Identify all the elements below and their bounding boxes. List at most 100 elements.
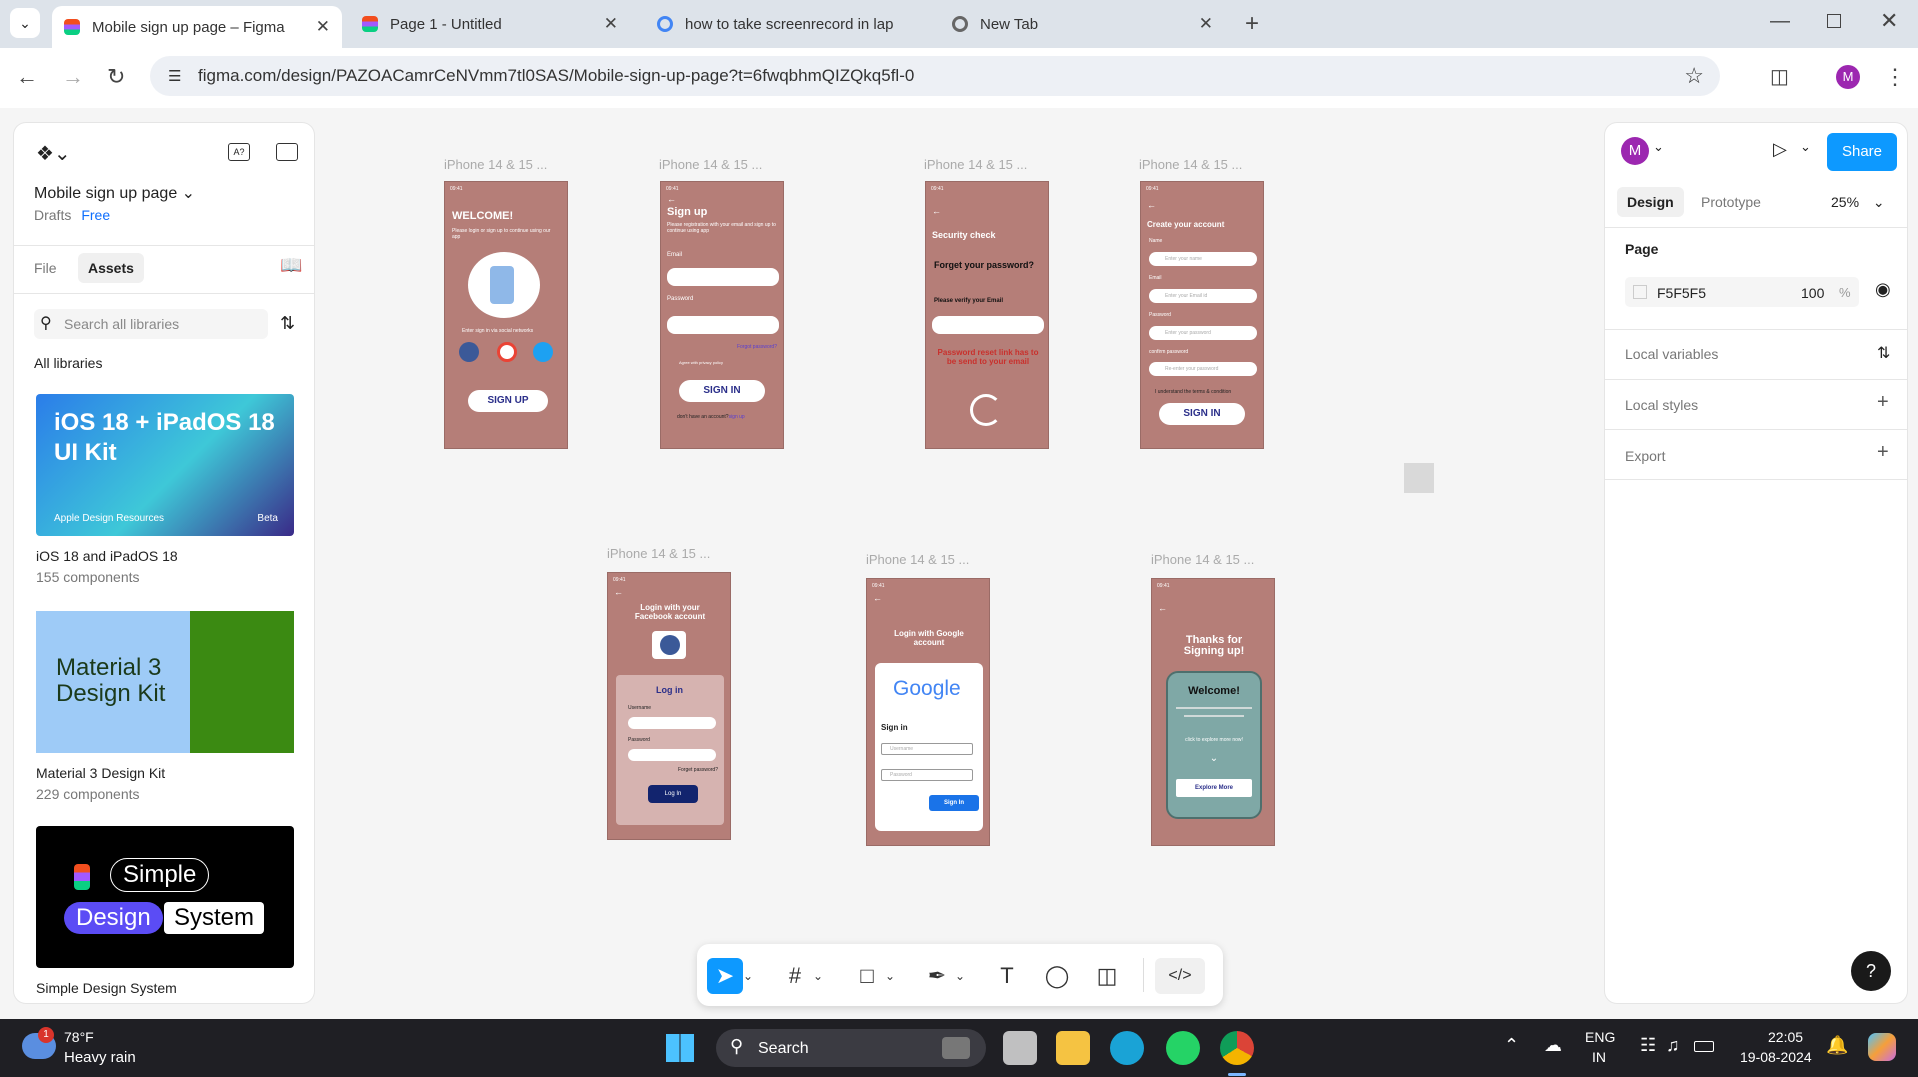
- frame-sign-up[interactable]: 09:41 ← Sign up Please registration with…: [660, 181, 784, 449]
- export-label[interactable]: Export: [1625, 448, 1665, 464]
- eye-icon[interactable]: ◉: [1875, 279, 1891, 300]
- battery-icon[interactable]: [1694, 1041, 1714, 1052]
- frame-google-login[interactable]: 09:41 ← Login with Google account Google…: [866, 578, 990, 846]
- dev-mode-icon[interactable]: </>: [1155, 958, 1205, 994]
- extensions-icon[interactable]: ◫: [1770, 64, 1789, 89]
- menu-dots-icon[interactable]: ⋮: [1884, 64, 1906, 90]
- page-color-field[interactable]: F5F5F5 100 %: [1625, 277, 1859, 307]
- language-bottom[interactable]: IN: [1592, 1049, 1606, 1065]
- site-info-icon[interactable]: ☰: [168, 67, 181, 85]
- tab-design[interactable]: Design: [1617, 187, 1684, 217]
- frame-security[interactable]: 09:41 ← Security check Forget your passw…: [925, 181, 1049, 449]
- taskbar-search[interactable]: ⚲ Search: [716, 1029, 986, 1067]
- canvas-small-rect[interactable]: [1404, 463, 1434, 493]
- user-avatar[interactable]: M: [1621, 137, 1649, 165]
- minimize-button[interactable]: —: [1770, 10, 1790, 33]
- zoom-level[interactable]: 25% ⌄: [1831, 194, 1885, 211]
- close-tab-icon[interactable]: ✕: [604, 14, 618, 34]
- frame-title[interactable]: iPhone 14 & 15 ...: [607, 546, 710, 561]
- tab-figma[interactable]: Mobile sign up page – Figma ✕: [52, 6, 342, 48]
- task-view-icon[interactable]: [1003, 1031, 1037, 1065]
- edge-icon[interactable]: [1110, 1031, 1144, 1065]
- present-play-icon[interactable]: ▷: [1773, 139, 1787, 160]
- chrome-icon[interactable]: [1220, 1031, 1254, 1065]
- library-book-icon[interactable]: 📖: [280, 255, 302, 276]
- frame-title[interactable]: iPhone 14 & 15 ...: [924, 157, 1027, 172]
- variables-icon[interactable]: ⇅: [1877, 343, 1890, 363]
- tab-prototype[interactable]: Prototype: [1701, 194, 1761, 210]
- library-name[interactable]: Simple Design System: [36, 980, 177, 996]
- add-style-icon[interactable]: +: [1877, 391, 1889, 414]
- tab-assets[interactable]: Assets: [78, 253, 144, 283]
- move-tool-icon[interactable]: ➤: [707, 958, 743, 994]
- clock-time[interactable]: 22:05: [1768, 1029, 1803, 1045]
- reload-icon[interactable]: ↻: [107, 64, 125, 90]
- library-thumb-simple[interactable]: Simple Design System: [36, 826, 294, 968]
- profile-avatar[interactable]: M: [1836, 65, 1860, 89]
- close-tab-icon[interactable]: ✕: [1199, 14, 1213, 34]
- frame-welcome[interactable]: 09:41 WELCOME! Please login or sign up t…: [444, 181, 568, 449]
- clock-date[interactable]: 19-08-2024: [1740, 1049, 1812, 1065]
- file-name[interactable]: Mobile sign up page ⌄: [34, 183, 195, 203]
- pen-tool-chevron-icon[interactable]: ⌄: [953, 958, 967, 994]
- wifi-icon[interactable]: ☷: [1640, 1035, 1656, 1056]
- url-bar[interactable]: ☰ figma.com/design/PAZOACamrCeNVmm7tl0SA…: [150, 56, 1720, 96]
- maximize-button[interactable]: [1827, 14, 1841, 28]
- library-thumb-ios[interactable]: iOS 18 + iPadOS 18 UI Kit Apple Design R…: [36, 394, 294, 536]
- notification-bell-icon[interactable]: 🔔: [1826, 1035, 1848, 1056]
- search-libraries[interactable]: ⚲ Search all libraries: [34, 309, 268, 339]
- frame-tool-chevron-icon[interactable]: ⌄: [811, 958, 825, 994]
- frame-facebook-login[interactable]: 09:41 ← Login with your Facebook account…: [607, 572, 731, 840]
- frame-title[interactable]: iPhone 14 & 15 ...: [659, 157, 762, 172]
- text-tool-icon[interactable]: T: [989, 958, 1025, 994]
- figma-menu-icon[interactable]: ❖⌄: [36, 141, 71, 166]
- filter-icon[interactable]: ⇅: [280, 313, 295, 334]
- rectangle-tool-chevron-icon[interactable]: ⌄: [883, 958, 897, 994]
- volume-icon[interactable]: ♫: [1666, 1035, 1680, 1056]
- present-chevron-icon[interactable]: ⌄: [1800, 139, 1811, 155]
- avatar-chevron-icon[interactable]: ⌄: [1653, 139, 1664, 155]
- local-styles-label[interactable]: Local styles: [1625, 397, 1698, 413]
- new-tab-button[interactable]: +: [1245, 10, 1259, 38]
- tab-untitled[interactable]: Page 1 - Untitled ✕: [350, 7, 630, 41]
- tab-search-dropdown[interactable]: ⌄: [10, 8, 40, 38]
- move-tool-chevron-icon[interactable]: ⌄: [741, 958, 755, 994]
- comment-tool-icon[interactable]: ◯: [1039, 958, 1075, 994]
- help-button[interactable]: ?: [1851, 951, 1891, 991]
- library-thumb-material[interactable]: Material 3 Design Kit: [36, 611, 294, 753]
- weather-temp[interactable]: 78°F: [64, 1029, 94, 1045]
- tab-file[interactable]: File: [34, 260, 57, 276]
- frame-title[interactable]: iPhone 14 & 15 ...: [1151, 552, 1254, 567]
- bookmark-star-icon[interactable]: ☆: [1684, 63, 1704, 89]
- tab-google-search[interactable]: how to take screenrecord in lap: [645, 7, 935, 41]
- tab-new-tab[interactable]: New Tab ✕: [940, 7, 1225, 41]
- frame-title[interactable]: iPhone 14 & 15 ...: [444, 157, 547, 172]
- forward-icon[interactable]: →: [62, 64, 84, 90]
- local-variables-label[interactable]: Local variables: [1625, 346, 1718, 362]
- rectangle-tool-icon[interactable]: □: [849, 958, 885, 994]
- close-window-button[interactable]: ✕: [1880, 8, 1898, 34]
- share-button[interactable]: Share: [1827, 133, 1897, 171]
- library-name[interactable]: Material 3 Design Kit: [36, 765, 165, 781]
- pen-tool-icon[interactable]: ✒: [919, 958, 955, 994]
- show-hidden-icons[interactable]: ⌃: [1504, 1035, 1519, 1056]
- frame-create-account[interactable]: 09:41 ← Create your account Name Enter y…: [1140, 181, 1264, 449]
- frame-title[interactable]: iPhone 14 & 15 ...: [866, 552, 969, 567]
- onedrive-icon[interactable]: ☁: [1544, 1035, 1562, 1056]
- copilot-icon[interactable]: [1868, 1033, 1896, 1061]
- actions-tool-icon[interactable]: ◫: [1089, 958, 1125, 994]
- file-explorer-icon[interactable]: [1056, 1031, 1090, 1065]
- start-windows-icon[interactable]: [666, 1034, 694, 1062]
- frame-tool-icon[interactable]: #: [777, 958, 813, 994]
- frame-title[interactable]: iPhone 14 & 15 ...: [1139, 157, 1242, 172]
- whatsapp-icon[interactable]: [1166, 1031, 1200, 1065]
- add-export-icon[interactable]: +: [1877, 441, 1889, 464]
- ai-text-icon[interactable]: A?: [228, 143, 250, 161]
- frame-thanks[interactable]: 09:41 ← Thanks for Signing up! Welcome! …: [1151, 578, 1275, 846]
- back-icon[interactable]: ←: [16, 64, 38, 90]
- sidebar-toggle-icon[interactable]: [276, 143, 298, 161]
- close-tab-icon[interactable]: ✕: [316, 17, 330, 37]
- weather-desc[interactable]: Heavy rain: [64, 1049, 136, 1066]
- library-name[interactable]: iOS 18 and iPadOS 18: [36, 548, 178, 564]
- language-top[interactable]: ENG: [1585, 1029, 1615, 1045]
